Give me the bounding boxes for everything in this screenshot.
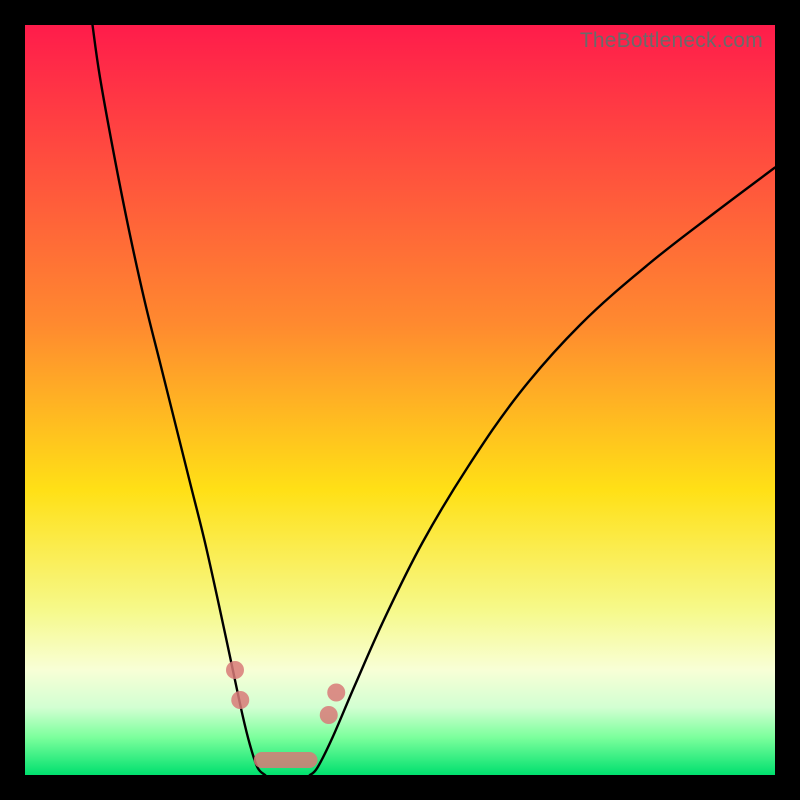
marker-right-dot-1 [327, 684, 345, 702]
marker-floor-bar [254, 752, 318, 768]
marker-left-dot-0 [226, 661, 244, 679]
right-curve [309, 168, 775, 776]
marker-left-dot-1 [231, 691, 249, 709]
markers-group [226, 661, 345, 768]
watermark-text: TheBottleneck.com [580, 29, 763, 53]
curves-layer [25, 25, 775, 775]
marker-right-dot-0 [320, 706, 338, 724]
chart-frame: TheBottleneck.com [0, 0, 800, 800]
plot-area: TheBottleneck.com [25, 25, 775, 775]
